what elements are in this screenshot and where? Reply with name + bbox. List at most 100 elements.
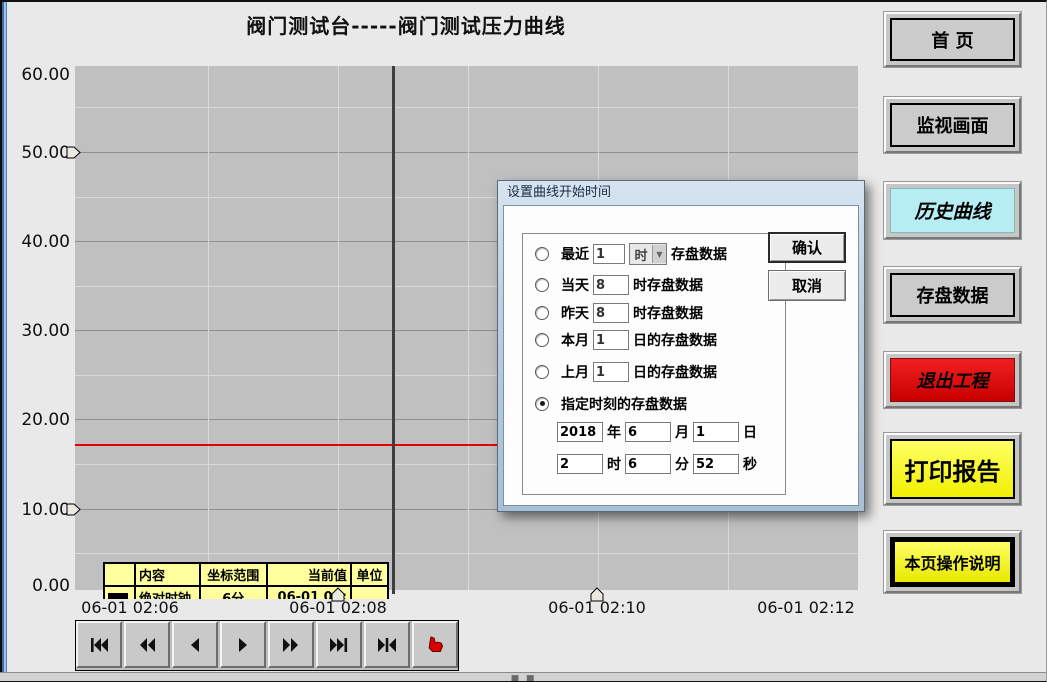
legend-cell: 6分 <box>200 586 268 599</box>
x-tick-label: 06-01 02:06 <box>60 598 200 617</box>
nav-button-home-label: 首 页 <box>890 18 1015 61</box>
nav-button-history-curve[interactable]: 历史曲线 <box>884 182 1021 239</box>
fast-rewind-button[interactable] <box>124 621 170 668</box>
this-month-day-input[interactable] <box>593 330 629 350</box>
main-window: 阀门测试台-----阀门测试压力曲线 60.00 50.00 40.00 30.… <box>0 0 1047 682</box>
confirm-button[interactable]: 确认 <box>768 232 846 263</box>
option-row-this-month: 本月 日的存盘数据 <box>535 329 781 351</box>
day-input[interactable] <box>693 422 739 442</box>
option-suffix: 日的存盘数据 <box>633 362 717 382</box>
radio-yesterday[interactable] <box>535 306 549 320</box>
recent-value-input[interactable] <box>593 244 625 264</box>
dialog-client-area: 最近 时 ▼ 存盘数据 当天 时存盘数据 昨天 <box>503 205 859 506</box>
nav-button-saved-data[interactable]: 存盘数据 <box>884 267 1021 323</box>
x-axis-slider-thumb[interactable] <box>590 586 604 602</box>
skip-to-end-button[interactable] <box>316 621 362 668</box>
series-color-swatch <box>108 593 128 599</box>
hour-input[interactable] <box>557 454 603 474</box>
selected-unit: 时 <box>630 245 652 264</box>
radio-last-month[interactable] <box>535 365 549 379</box>
legend-header: 坐标范围 <box>200 563 268 586</box>
step-back-icon <box>183 635 207 655</box>
date-input-row: 年 月 日 <box>557 421 781 443</box>
nav-button-page-help[interactable]: 本页操作说明 <box>884 531 1021 593</box>
month-input[interactable] <box>625 422 671 442</box>
last-month-day-input[interactable] <box>593 362 629 382</box>
gridline <box>75 553 858 554</box>
option-row-today: 当天 时存盘数据 <box>535 274 781 296</box>
fast-forward-button[interactable] <box>268 621 314 668</box>
recent-unit-select[interactable]: 时 ▼ <box>629 243 667 265</box>
yesterday-hour-input[interactable] <box>593 303 629 323</box>
option-row-last-month: 上月 日的存盘数据 <box>535 361 781 383</box>
nav-button-exit-project[interactable]: 退出工程 <box>884 352 1021 408</box>
y-tick-label: 20.00 <box>8 410 70 430</box>
nav-button-monitor-label: 监视画面 <box>890 103 1015 147</box>
y-tick-label: 40.00 <box>8 232 70 252</box>
skip-to-end-icon <box>327 635 351 655</box>
nav-button-print-report[interactable]: 打印报告 <box>884 433 1021 505</box>
legend-header: 单位 <box>351 563 388 586</box>
x-axis-slider-thumb[interactable] <box>331 586 345 602</box>
hour-label: 时 <box>607 454 621 474</box>
y-axis-slider-thumb[interactable] <box>66 503 81 516</box>
play-button[interactable] <box>220 621 266 668</box>
y-tick-label: 30.00 <box>8 321 70 341</box>
skip-to-start-button[interactable] <box>76 621 122 668</box>
time-cursor-line[interactable] <box>392 66 395 594</box>
legend-cell: 绝对时钟 <box>135 586 200 599</box>
gridline <box>208 66 209 590</box>
dialog-title: 设置曲线开始时间 <box>498 181 864 204</box>
nav-button-monitor[interactable]: 监视画面 <box>884 97 1021 153</box>
minute-label: 分 <box>675 454 689 474</box>
option-row-specified-time: 指定时刻的存盘数据 <box>535 393 781 415</box>
hand-pointer-icon <box>424 635 446 655</box>
seek-to-cursor-icon <box>375 635 399 655</box>
today-hour-input[interactable] <box>593 275 629 295</box>
legend-header: 内容 <box>135 563 200 586</box>
option-suffix: 存盘数据 <box>671 244 727 264</box>
second-input[interactable] <box>693 454 739 474</box>
radio-today[interactable] <box>535 278 549 292</box>
option-suffix: 时存盘数据 <box>633 275 703 295</box>
option-label: 当天 <box>561 275 589 295</box>
legend-table: 内容 坐标范围 当前值 单位 绝对时钟 6分 06-01 02: <box>103 562 389 599</box>
seek-to-cursor-button[interactable] <box>364 621 410 668</box>
radio-recent[interactable] <box>535 247 549 261</box>
option-label: 本月 <box>561 330 589 350</box>
day-label: 日 <box>743 422 757 442</box>
splitter-grip-icon: ■ ■ <box>511 677 537 681</box>
y-tick-label: 0.00 <box>8 576 70 596</box>
fast-rewind-icon <box>135 635 159 655</box>
radio-this-month[interactable] <box>535 333 549 347</box>
radio-specified-time[interactable] <box>535 397 549 411</box>
cancel-button[interactable]: 取消 <box>768 270 846 301</box>
minute-input[interactable] <box>625 454 671 474</box>
time-options-groupbox: 最近 时 ▼ 存盘数据 当天 时存盘数据 昨天 <box>522 233 786 495</box>
month-label: 月 <box>675 422 689 442</box>
legend-row: 绝对时钟 6分 06-01 02: <box>104 586 388 599</box>
option-row-recent: 最近 时 ▼ 存盘数据 <box>535 243 781 265</box>
option-suffix: 时存盘数据 <box>633 303 703 323</box>
bottom-scrollbar[interactable]: ■ ■ <box>0 672 1047 682</box>
step-back-button[interactable] <box>172 621 218 668</box>
y-axis-slider-thumb[interactable] <box>66 146 81 159</box>
y-tick-label: 10.00 <box>8 500 70 520</box>
legend-header: 当前值 <box>267 563 351 586</box>
option-label: 最近 <box>561 244 589 264</box>
year-label: 年 <box>607 422 621 442</box>
option-label: 指定时刻的存盘数据 <box>561 394 687 414</box>
hand-mode-button[interactable] <box>412 621 458 668</box>
legend-header-row: 内容 坐标范围 当前值 单位 <box>104 563 388 586</box>
nav-button-home[interactable]: 首 页 <box>884 12 1021 67</box>
legend-cell <box>351 586 388 599</box>
nav-button-page-help-label: 本页操作说明 <box>890 537 1015 587</box>
gridline <box>468 66 469 590</box>
year-input[interactable] <box>557 422 603 442</box>
chevron-down-icon: ▼ <box>652 245 666 263</box>
option-label: 上月 <box>561 362 589 382</box>
option-suffix: 日的存盘数据 <box>633 330 717 350</box>
x-tick-label: 06-01 02:12 <box>736 598 876 617</box>
nav-button-saved-data-label: 存盘数据 <box>890 273 1015 317</box>
nav-button-exit-project-label: 退出工程 <box>890 358 1015 402</box>
